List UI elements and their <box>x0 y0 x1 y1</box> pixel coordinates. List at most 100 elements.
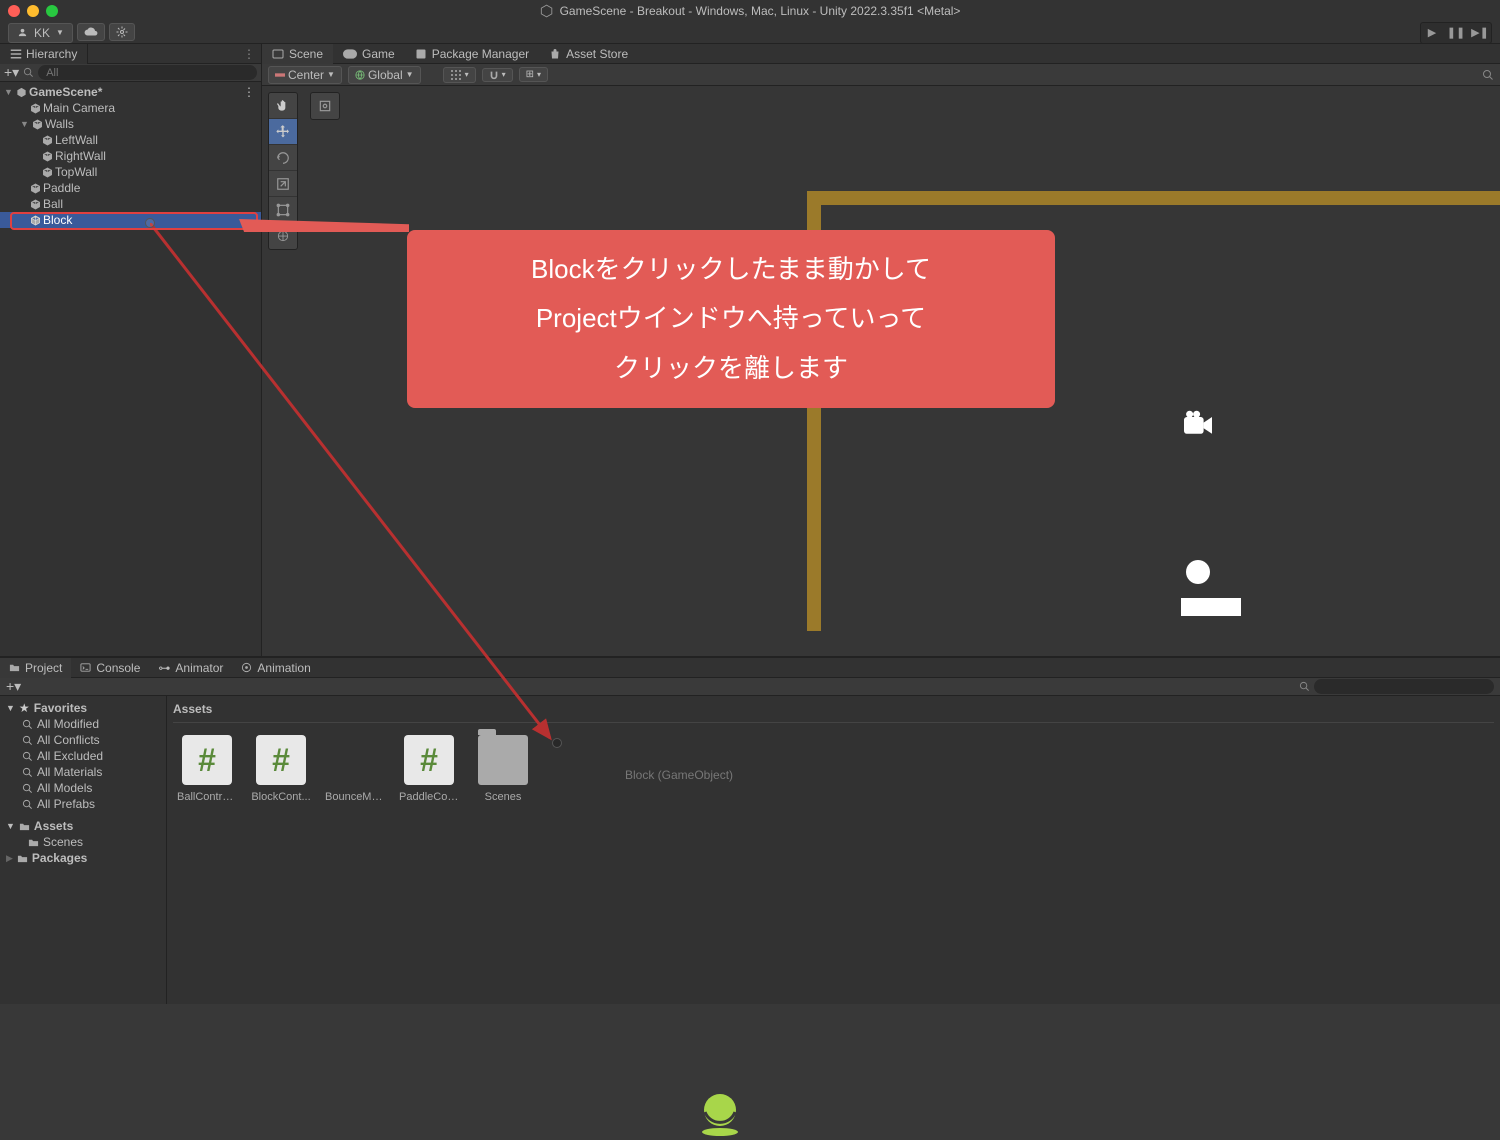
favorite-item[interactable]: All Conflicts <box>6 732 160 748</box>
hierarchy-search[interactable] <box>38 65 257 80</box>
rotate-tool[interactable] <box>269 145 297 171</box>
tab-console[interactable]: Console <box>71 658 149 678</box>
scene-menu-icon[interactable]: ⋮ <box>243 85 255 99</box>
search-icon <box>22 783 33 794</box>
tab-asset-store[interactable]: Asset Store <box>539 44 638 64</box>
cube-icon <box>30 199 41 210</box>
bag-icon <box>549 48 561 60</box>
hand-tool[interactable] <box>269 93 297 119</box>
rect-tool[interactable] <box>269 197 297 223</box>
pivot-button[interactable]: Center ▼ <box>268 66 342 84</box>
tab-scene[interactable]: Scene <box>262 44 333 64</box>
script-icon: # <box>272 742 290 779</box>
cube-icon <box>32 119 43 130</box>
pause-button[interactable]: ❚❚ <box>1445 23 1467 43</box>
scene-tools-2 <box>310 92 340 120</box>
window-controls[interactable] <box>8 5 58 17</box>
asset-folder[interactable]: Scenes <box>473 735 533 803</box>
tab-hierarchy[interactable]: Hierarchy <box>0 44 88 64</box>
account-button[interactable]: KK ▼ <box>8 23 73 43</box>
project-sidebar: ▼★ Favorites All Modified All Conflicts … <box>0 696 167 1004</box>
space-button[interactable]: Global ▼ <box>348 66 421 84</box>
main-toolbar: KK ▼ ▶ ❚❚ ▶❚ <box>0 22 1500 44</box>
scene-root[interactable]: ▼ GameScene* ⋮ <box>0 84 261 100</box>
folder-icon <box>17 853 28 864</box>
project-panel: Project Console ⊶ Animator Animation +▾ … <box>0 656 1500 1004</box>
cube-icon <box>30 215 41 226</box>
pivot-icon <box>275 70 285 80</box>
tab-package-manager[interactable]: Package Manager <box>405 44 539 64</box>
window-title: GameScene - Breakout - Windows, Mac, Lin… <box>540 4 961 18</box>
cloud-button[interactable] <box>77 23 105 41</box>
project-search[interactable] <box>1314 679 1494 694</box>
paddle-sprite[interactable] <box>1181 598 1241 616</box>
scale-icon <box>276 177 290 191</box>
breadcrumb[interactable]: Assets <box>173 702 1494 723</box>
favorite-item[interactable]: All Prefabs <box>6 796 160 812</box>
folder-icon <box>9 662 20 673</box>
hierarchy-item[interactable]: ▼ Walls <box>0 116 261 132</box>
project-assets-view[interactable]: Assets # BallControl... # BlockCont... B… <box>167 696 1500 1004</box>
scale-tool[interactable] <box>269 171 297 197</box>
hierarchy-item[interactable]: RightWall <box>0 148 261 164</box>
favorite-item[interactable]: All Excluded <box>6 748 160 764</box>
favorite-item[interactable]: All Modified <box>6 716 160 732</box>
cube-icon <box>30 183 41 194</box>
asset-script[interactable]: # PaddleCon... <box>399 735 459 803</box>
drop-ghost-label: Block (GameObject) <box>625 768 733 782</box>
snap-button[interactable]: ▾ <box>482 68 513 82</box>
drag-start-indicator <box>145 218 155 228</box>
hierarchy-item-block[interactable]: Block <box>0 212 261 228</box>
maximize-icon[interactable] <box>46 5 58 17</box>
animation-icon <box>241 662 252 673</box>
search-icon <box>22 799 33 810</box>
hierarchy-item[interactable]: LeftWall <box>0 132 261 148</box>
scenes-folder[interactable]: Scenes <box>6 834 160 850</box>
tab-animator[interactable]: ⊶ Animator <box>149 658 232 678</box>
step-button[interactable]: ▶❚ <box>1469 23 1491 43</box>
asset-script[interactable]: # BallControl... <box>177 735 237 803</box>
console-icon <box>80 662 91 673</box>
hierarchy-item[interactable]: Paddle <box>0 180 261 196</box>
minimize-icon[interactable] <box>27 5 39 17</box>
drag-end-indicator <box>552 738 562 748</box>
search-icon[interactable] <box>1482 69 1494 81</box>
asset-material[interactable]: BounceMa... <box>325 735 385 803</box>
favorites-header[interactable]: ▼★ Favorites <box>6 700 160 716</box>
play-button[interactable]: ▶ <box>1421 23 1443 43</box>
create-button[interactable]: +▾ <box>4 64 19 81</box>
favorite-item[interactable]: All Materials <box>6 764 160 780</box>
hierarchy-item[interactable]: TopWall <box>0 164 261 180</box>
chevron-down-icon: ▼ <box>56 28 64 37</box>
script-icon: # <box>198 742 216 779</box>
search-icon <box>22 719 33 730</box>
favorite-item[interactable]: All Models <box>6 780 160 796</box>
camera-gizmo-icon[interactable] <box>1181 410 1215 438</box>
increment-button[interactable]: ⊞▾ <box>519 67 548 82</box>
rect-icon <box>276 203 290 217</box>
create-button[interactable]: +▾ <box>6 678 21 695</box>
annotation-tooltip: Blockをクリックしたまま動かして Projectウインドウへ持っていって ク… <box>407 230 1055 408</box>
close-icon[interactable] <box>8 5 20 17</box>
move-tool[interactable] <box>269 119 297 145</box>
search-icon <box>22 767 33 778</box>
tab-project[interactable]: Project <box>0 658 71 678</box>
tab-game[interactable]: Game <box>333 44 405 64</box>
panel-menu-icon[interactable]: ⋮ <box>237 47 261 61</box>
tab-animation[interactable]: Animation <box>232 658 319 678</box>
search-icon <box>1299 681 1310 692</box>
hierarchy-item[interactable]: Ball <box>0 196 261 212</box>
asset-script[interactable]: # BlockCont... <box>251 735 311 803</box>
ball-sprite[interactable] <box>1186 560 1210 584</box>
hierarchy-item[interactable]: Main Camera <box>0 100 261 116</box>
grid-snap-button[interactable]: ▾ <box>443 67 476 83</box>
titlebar: GameScene - Breakout - Windows, Mac, Lin… <box>0 0 1500 22</box>
cube-icon <box>42 151 53 162</box>
custom-tool[interactable] <box>311 93 339 119</box>
unity-icon <box>540 4 554 18</box>
packages-folder[interactable]: ▶Packages <box>6 850 160 866</box>
cube-icon <box>30 103 41 114</box>
settings-button[interactable] <box>109 23 135 41</box>
assets-folder[interactable]: ▼Assets <box>6 818 160 834</box>
rotate-icon <box>276 151 290 165</box>
